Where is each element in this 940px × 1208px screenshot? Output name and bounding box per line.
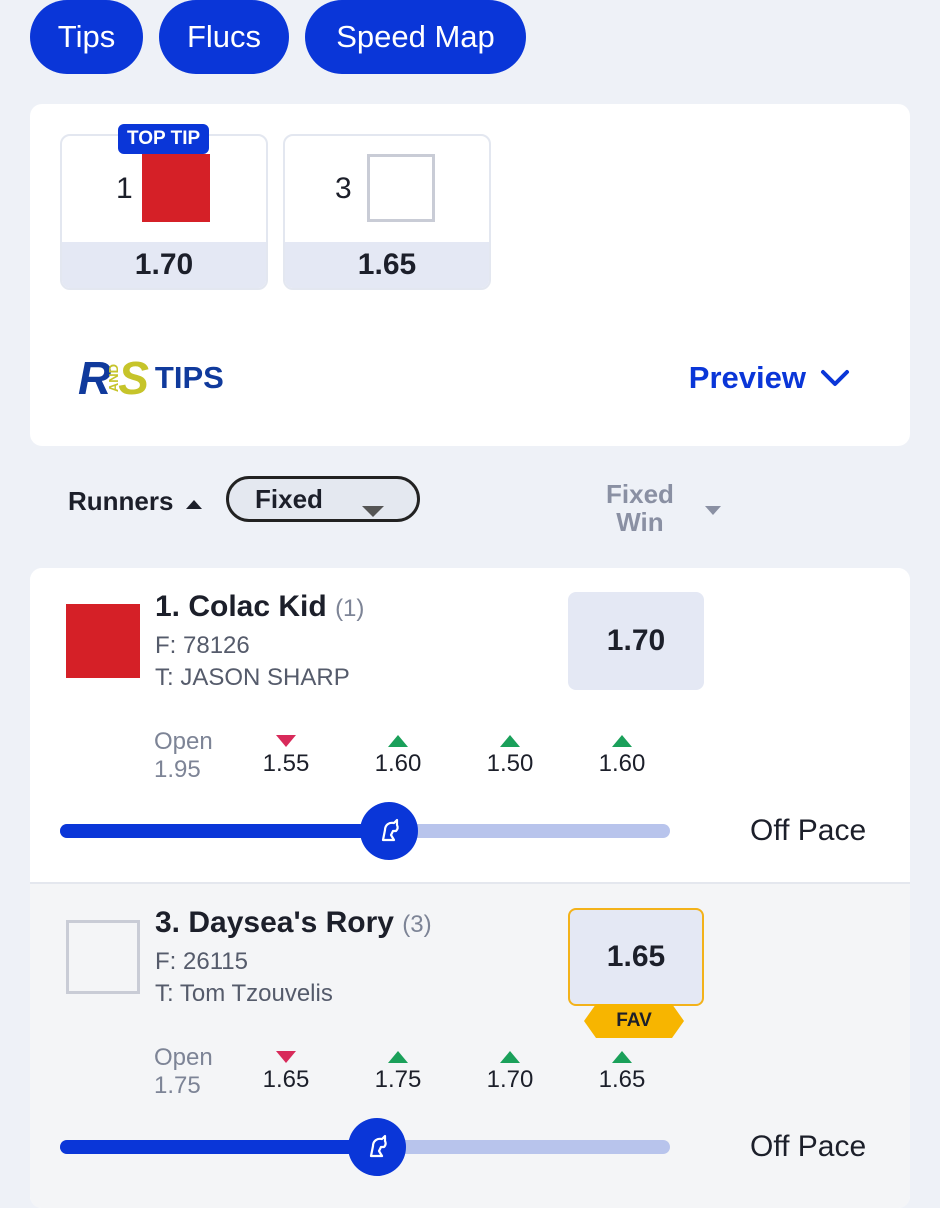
price-up-icon (470, 728, 550, 748)
fluc-value: 1.65 (598, 1066, 646, 1093)
speed-map-track (60, 1118, 670, 1176)
runner-trainer: T: Tom Tzouvelis (155, 980, 333, 1007)
runner-name: 1. Colac Kid (1) (155, 590, 364, 624)
sort-bar: Runners Fixed Fixed Win (68, 476, 910, 536)
open-value: 1.75 (154, 1072, 201, 1099)
sort-runners-button[interactable]: Runners (68, 486, 203, 517)
speed-map-fill (60, 1140, 377, 1154)
jockey-silk-icon (142, 154, 210, 222)
fluc-item: 1.65 (246, 1044, 326, 1094)
fluc-item: 1.65 (582, 1044, 662, 1094)
tips-card: 1 1.70 TOP TIP 3 1.65 R AND S TIPS Previ… (30, 104, 910, 446)
fluc-item: 1.55 (246, 728, 326, 778)
runner-barrier: (1) (335, 595, 365, 622)
tab-flucs[interactable]: Flucs (159, 0, 289, 74)
tip-runner-number: 3 (335, 172, 352, 205)
fixed-win-line2: Win (616, 507, 664, 537)
tip-odds: 1.70 (62, 242, 266, 288)
fluc-value: 1.75 (374, 1066, 422, 1093)
fluc-value: 1.55 (262, 750, 310, 777)
open-label: Open (154, 1044, 213, 1071)
tip-runner-number: 1 (116, 172, 133, 205)
price-up-icon (470, 1044, 550, 1064)
runners-list: 1. Colac Kid (1) F: 78126 T: JASON SHARP… (30, 568, 910, 1208)
price-up-icon (582, 1044, 662, 1064)
fixed-win-column-header[interactable]: Fixed Win (606, 480, 674, 536)
runner-name-text: 1. Colac Kid (155, 590, 327, 623)
open-price: Open 1.95 (154, 728, 213, 784)
fluc-item: 1.70 (470, 1044, 550, 1094)
runner-name: 3. Daysea's Rory (3) (155, 906, 432, 940)
tip-selection-header: 3 (285, 136, 489, 244)
runner-row: 1. Colac Kid (1) F: 78126 T: JASON SHARP… (30, 568, 910, 884)
fluc-item: 1.60 (358, 728, 438, 778)
fluc-item: 1.60 (582, 728, 662, 778)
sort-up-icon (185, 486, 203, 517)
logo-s: S (118, 352, 149, 404)
fluc-item: 1.50 (470, 728, 550, 778)
logo-and: AND (106, 363, 122, 393)
price-down-icon (246, 1044, 326, 1064)
price-up-icon (358, 1044, 438, 1064)
open-value: 1.95 (154, 756, 201, 783)
fluctuations-row: Open 1.75 1.65 1.75 1.70 1.65 (150, 1044, 670, 1104)
tab-tips[interactable]: Tips (30, 0, 143, 74)
runner-name-text: 3. Daysea's Rory (155, 906, 394, 939)
caret-down-icon (361, 495, 385, 526)
jockey-silk-icon (66, 920, 140, 994)
horse-head-icon (360, 802, 418, 860)
speed-map-track (60, 802, 670, 860)
fluc-value: 1.70 (486, 1066, 534, 1093)
open-price: Open 1.75 (154, 1044, 213, 1100)
jockey-silk-icon (367, 154, 435, 222)
runner-form: F: 78126 (155, 632, 250, 659)
open-label: Open (154, 728, 213, 755)
preview-label: Preview (688, 360, 806, 395)
logo-r: R (78, 352, 111, 404)
preview-button[interactable]: Preview (689, 360, 850, 396)
pace-label: Off Pace (750, 1130, 867, 1163)
fixed-win-odds-button[interactable]: 1.65 (568, 908, 704, 1006)
fluc-value: 1.60 (598, 750, 646, 777)
runner-form: F: 26115 (155, 948, 248, 975)
price-up-icon (582, 728, 662, 748)
horse-head-icon (348, 1118, 406, 1176)
tab-speed-map[interactable]: Speed Map (305, 0, 526, 74)
pace-label: Off Pace (750, 814, 867, 847)
price-down-icon (246, 728, 326, 748)
chevron-down-icon (820, 360, 850, 396)
fluctuations-row: Open 1.95 1.55 1.60 1.50 1.60 (150, 728, 670, 788)
fluc-value: 1.65 (262, 1066, 310, 1093)
tip-selection-2[interactable]: 3 1.65 (283, 134, 491, 290)
runner-barrier: (3) (402, 911, 432, 938)
bet-type-select[interactable]: Fixed (226, 476, 420, 522)
jockey-silk-icon (66, 604, 140, 678)
tip-selection-1[interactable]: 1 1.70 (60, 134, 268, 290)
racing-and-sports-tips-logo: R AND S TIPS (78, 352, 224, 404)
logo-tips: TIPS (154, 360, 224, 395)
price-up-icon (358, 728, 438, 748)
fluc-value: 1.50 (486, 750, 534, 777)
race-tabs: Tips Flucs Speed Map (30, 0, 526, 74)
tip-odds: 1.65 (285, 242, 489, 288)
fluc-item: 1.75 (358, 1044, 438, 1094)
bet-type-value: Fixed (255, 483, 323, 514)
fluc-value: 1.60 (374, 750, 422, 777)
top-tip-badge: TOP TIP (118, 124, 210, 154)
fixed-win-odds-button[interactable]: 1.70 (568, 592, 704, 690)
runners-label: Runners (68, 486, 174, 516)
caret-down-icon[interactable] (704, 504, 722, 522)
fixed-win-line1: Fixed (606, 479, 674, 509)
runner-trainer: T: JASON SHARP (155, 664, 350, 691)
runner-row: 3. Daysea's Rory (3) F: 26115 T: Tom Tzo… (30, 884, 910, 1208)
favourite-badge: FAV (584, 1004, 684, 1038)
speed-map-fill (60, 824, 389, 838)
